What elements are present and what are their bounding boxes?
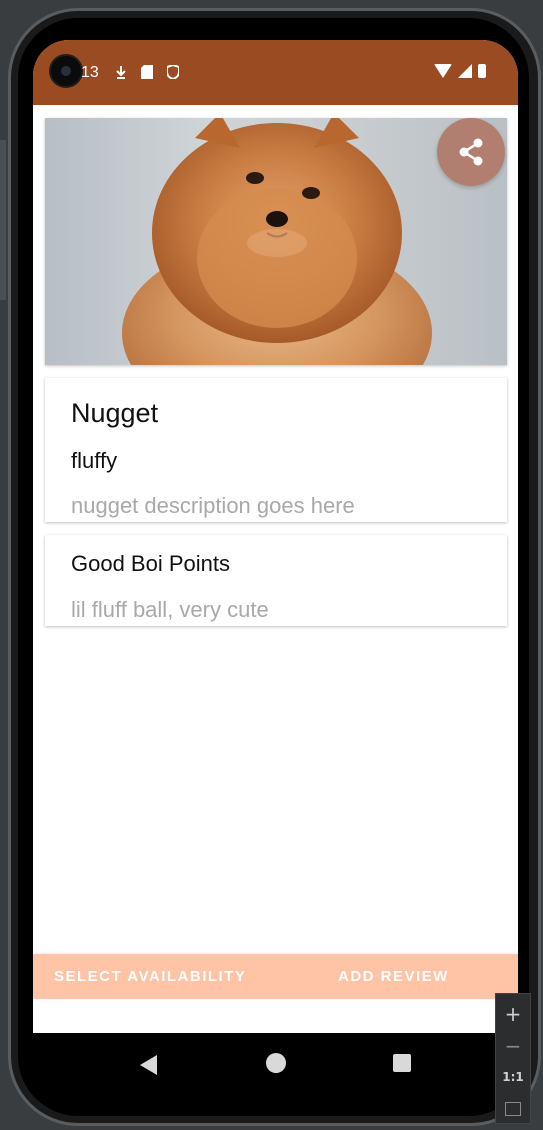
sd-card-icon	[141, 65, 153, 79]
dog-subtitle: fluffy	[71, 448, 118, 473]
recents-icon[interactable]	[393, 1054, 411, 1072]
home-icon[interactable]	[266, 1053, 286, 1073]
points-text: lil fluff ball, very cute	[71, 597, 269, 622]
add-review-button[interactable]: ADD REVIEW	[338, 968, 449, 985]
fit-screen-icon[interactable]	[505, 1102, 521, 1116]
camera-cutout-icon	[49, 54, 83, 88]
emulator-zoom-panel: + − 1:1	[495, 993, 531, 1124]
system-navigation-bar	[33, 1033, 518, 1093]
status-notification-icons	[115, 63, 180, 81]
battery-icon	[478, 64, 486, 78]
emulator-side-toolbar	[0, 140, 6, 300]
wifi-icon	[434, 64, 452, 78]
status-time: 13	[81, 64, 99, 81]
status-bar: 13	[33, 40, 518, 105]
bottom-action-bar: SELECT AVAILABILITY ADD REVIEW	[33, 954, 518, 999]
dog-details-card: Nugget fluffy nugget description goes he…	[45, 378, 507, 522]
zoom-out-button[interactable]: −	[496, 1034, 530, 1058]
back-icon[interactable]	[140, 1055, 157, 1075]
good-boi-points-card: Good Boi Points lil fluff ball, very cut…	[45, 535, 507, 626]
download-icon	[115, 65, 127, 79]
points-title: Good Boi Points	[71, 551, 230, 576]
select-availability-button[interactable]: SELECT AVAILABILITY	[54, 968, 246, 985]
share-button[interactable]	[437, 118, 505, 186]
status-system-icons	[434, 64, 486, 78]
zoom-in-button[interactable]: +	[496, 1002, 530, 1026]
signal-icon	[458, 64, 472, 78]
share-icon	[459, 138, 483, 166]
app-screen: 13 Nugget fluffy nugget description goes…	[33, 40, 518, 1033]
dog-description: nugget description goes here	[71, 493, 355, 518]
dog-name: Nugget	[71, 398, 159, 428]
shield-icon	[166, 63, 180, 81]
actual-size-button[interactable]: 1:1	[496, 1070, 530, 1084]
